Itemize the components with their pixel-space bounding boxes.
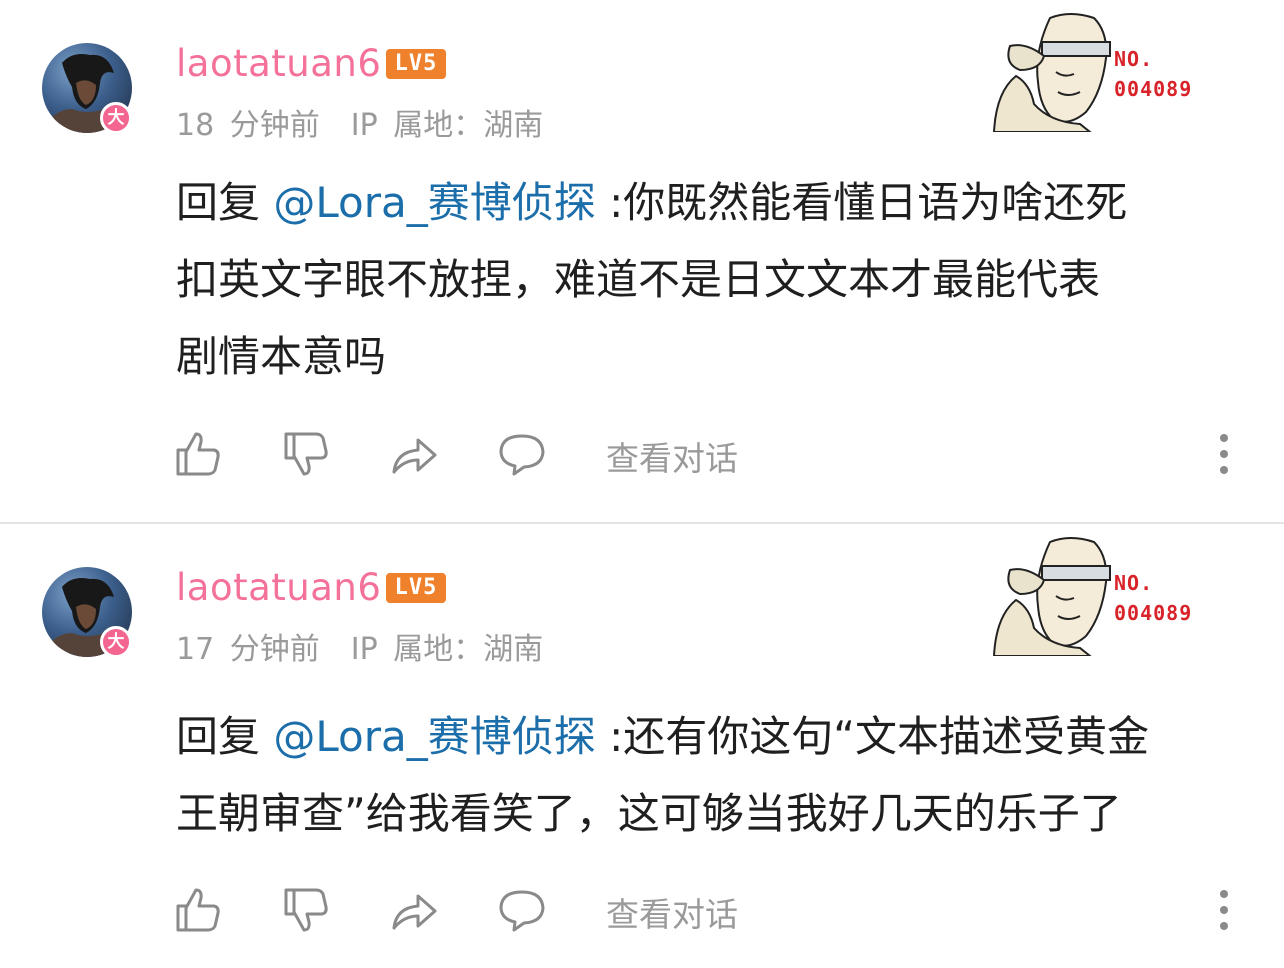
decoration-no-label: NO. (1114, 47, 1154, 71)
level-badge: LV5 (386, 49, 446, 79)
username[interactable]: laotatuan6 (176, 566, 381, 609)
comment-meta: 18 分钟前 IP 属地：湖南 (176, 100, 543, 144)
decoration-number: 004089 (1114, 601, 1193, 625)
comment-time: 17 分钟前 (176, 632, 320, 667)
mention-link[interactable]: @Lora_赛博侦探 (273, 712, 595, 761)
comment-text-part: :还有你这句“文本描述受黄金 (595, 712, 1149, 761)
view-conversation-link[interactable]: 查看对话 (606, 432, 738, 480)
comment-item: 大 laotatuan6 LV5 18 分钟前 IP 属地：湖南 NO. 004… (0, 0, 1284, 522)
comment-item: 大 laotatuan6 LV5 17 分钟前 IP 属地：湖南 NO. 004… (0, 524, 1284, 968)
level-badge: LV5 (386, 573, 446, 603)
comment-text: 回复 @Lora_赛博侦探 :你既然能看懂日语为啥还死 扣英文字眼不放捏，难道不… (176, 164, 1236, 395)
ip-location: IP 属地：湖南 (350, 632, 544, 667)
more-icon[interactable] (1210, 430, 1238, 478)
decoration-card-image (992, 13, 1111, 132)
dislike-icon[interactable] (282, 430, 330, 478)
comment-text-part: :你既然能看懂日语为啥还死 (595, 178, 1128, 227)
comment-line: 回复 @Lora_赛博侦探 :还有你这句“文本描述受黄金 (176, 698, 1236, 775)
reply-icon[interactable] (498, 430, 546, 478)
comment-meta: 17 分钟前 IP 属地：湖南 (176, 624, 543, 668)
share-icon[interactable] (390, 886, 438, 934)
username[interactable]: laotatuan6 (176, 42, 381, 85)
comment-line: 回复 @Lora_赛博侦探 :你既然能看懂日语为啥还死 (176, 164, 1236, 241)
comment-line: 剧情本意吗 (176, 332, 387, 381)
action-row: 查看对话 (0, 880, 1284, 940)
comment-time: 18 分钟前 (176, 108, 320, 143)
reply-icon[interactable] (498, 886, 546, 934)
comment-line: 扣英文字眼不放捏，难道不是日文文本才最能代表 (176, 255, 1101, 304)
view-conversation-link[interactable]: 查看对话 (606, 888, 738, 936)
ip-location: IP 属地：湖南 (350, 108, 544, 143)
decoration-number: 004089 (1114, 77, 1193, 101)
more-icon[interactable] (1210, 886, 1238, 934)
dislike-icon[interactable] (282, 886, 330, 934)
vip-badge: 大 (100, 102, 132, 134)
action-row: 查看对话 (0, 424, 1284, 484)
decoration-no-label: NO. (1114, 571, 1154, 595)
comment-line: 王朝审查”给我看笑了，这可够当我好几天的乐子了 (176, 789, 1122, 838)
mention-link[interactable]: @Lora_赛博侦探 (273, 178, 595, 227)
comment-text: 回复 @Lora_赛博侦探 :还有你这句“文本描述受黄金 王朝审查”给我看笑了，… (176, 698, 1236, 852)
vip-badge: 大 (100, 626, 132, 658)
reply-prefix: 回复 (176, 178, 274, 227)
decoration-card-image (992, 537, 1111, 656)
like-icon[interactable] (174, 430, 222, 478)
like-icon[interactable] (174, 886, 222, 934)
share-icon[interactable] (390, 430, 438, 478)
reply-prefix: 回复 (176, 712, 274, 761)
